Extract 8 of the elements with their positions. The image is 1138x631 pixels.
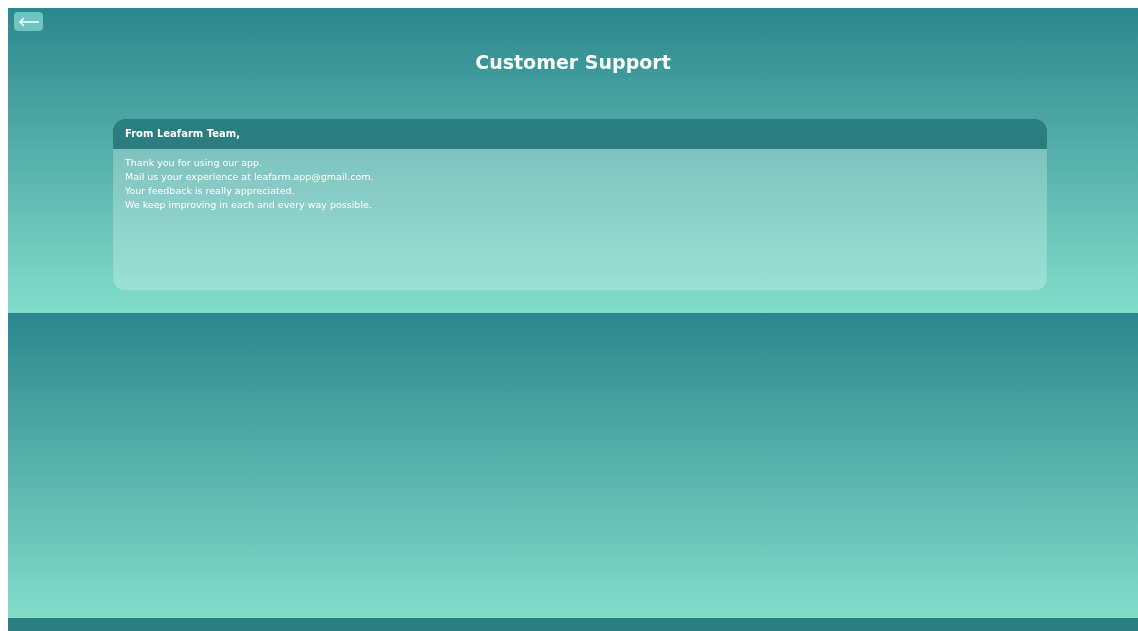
back-arrow-icon [17,16,40,27]
card-heading: From Leafarm Team, [125,127,240,141]
message-line: Mail us your experience at leafarm.app@gmail.com. [125,169,375,184]
message-line: Thank you for using our app. [125,155,264,170]
message-line: We keep improving in each and every way possible. [125,197,373,212]
back-button[interactable] [14,12,43,31]
page-title: Customer Support [475,50,671,75]
message-line: Your feedback is really appreciated. [125,183,296,198]
